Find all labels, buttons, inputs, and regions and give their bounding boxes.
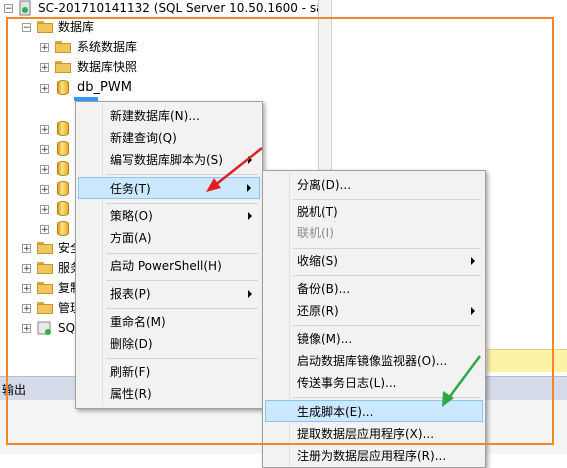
green-arrow-icon <box>442 355 482 407</box>
annotation-arrows <box>206 147 482 407</box>
red-arrow-icon <box>206 147 263 192</box>
